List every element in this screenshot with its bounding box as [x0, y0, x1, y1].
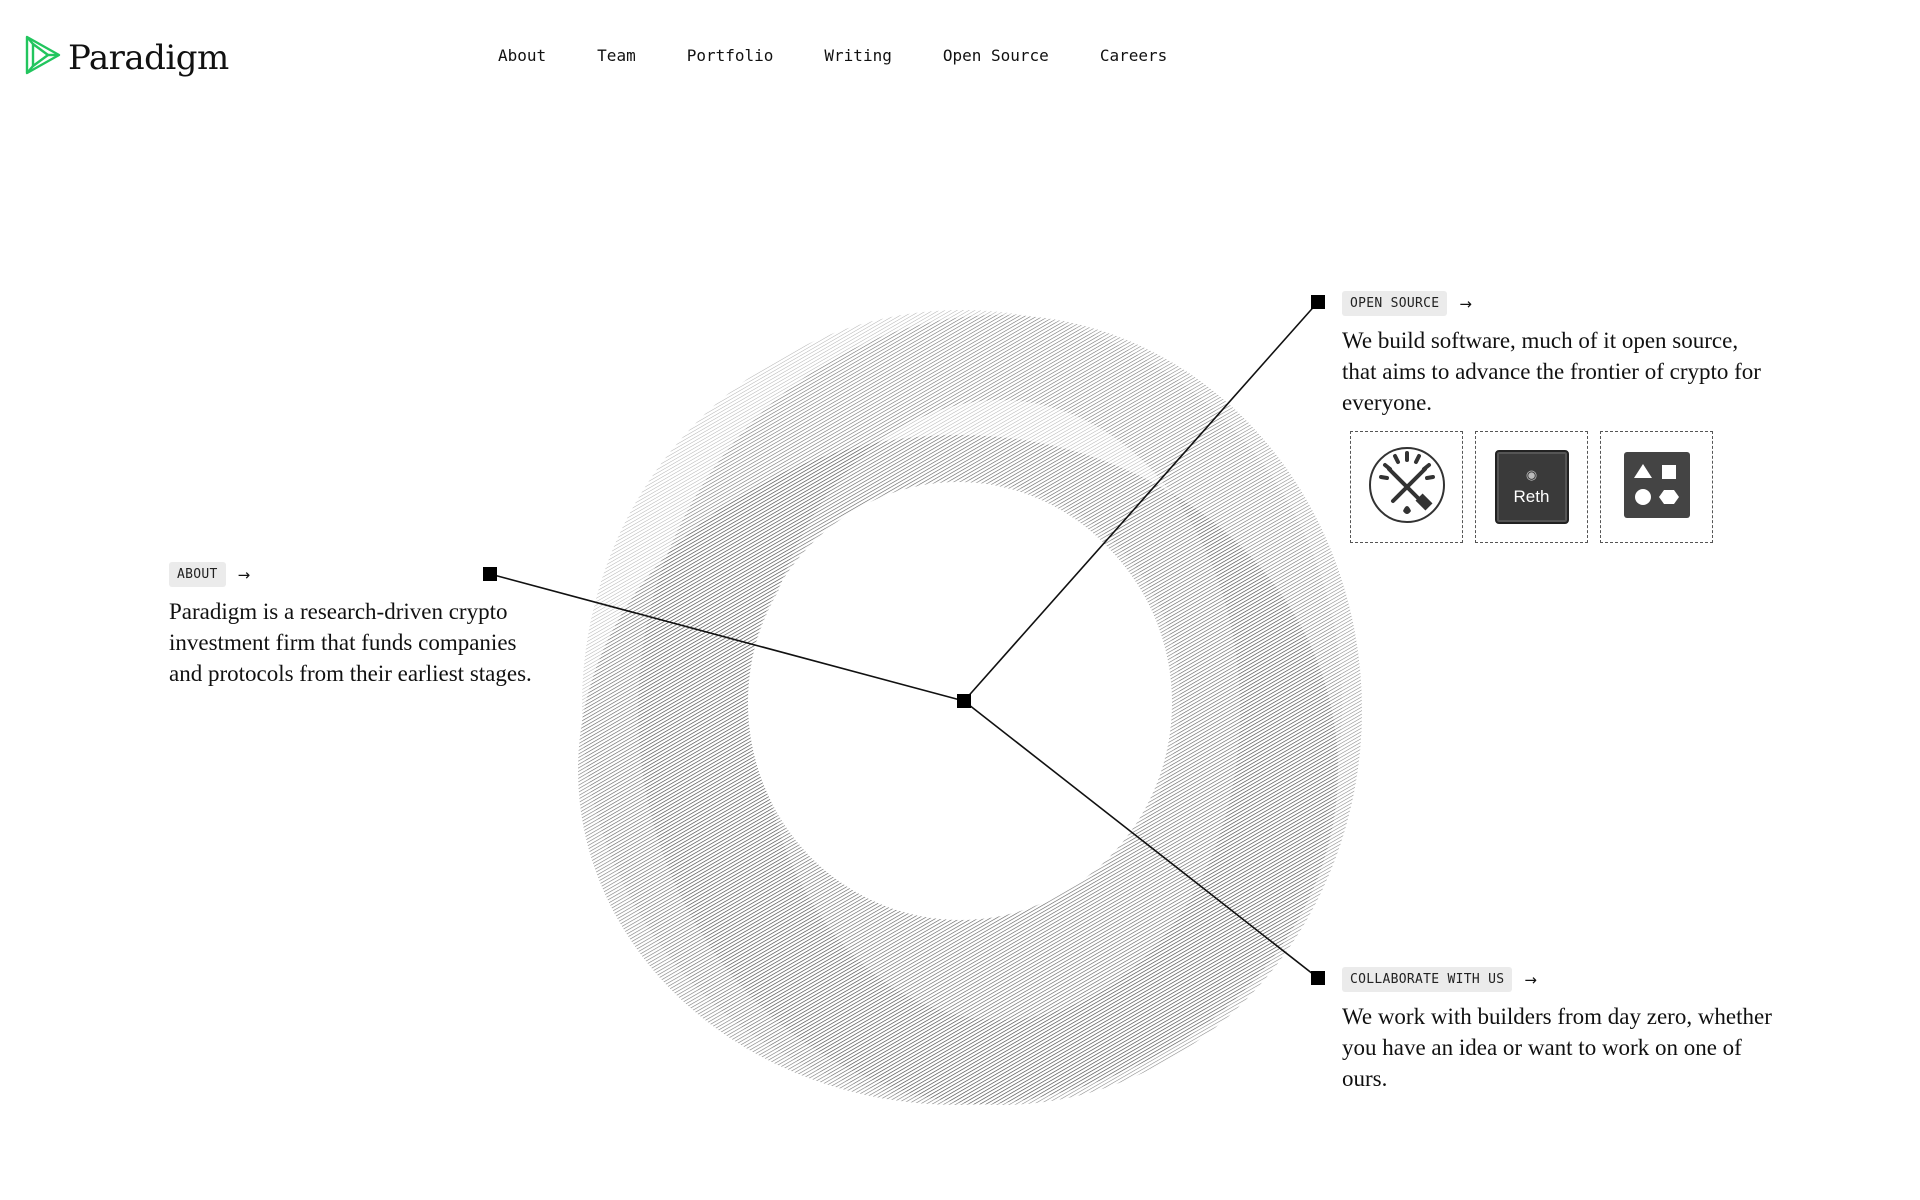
foundry-icon	[1367, 445, 1447, 530]
reth-icon: ◉ Reth	[1494, 450, 1569, 524]
open-source-node	[1311, 295, 1325, 309]
reth-label: Reth	[1513, 487, 1550, 506]
open-source-projects: ◉ Reth	[1350, 431, 1713, 543]
arrow-right-icon: →	[1524, 970, 1537, 989]
collaborate-description: We work with builders from day zero, whe…	[1342, 1004, 1772, 1091]
collaborate-link[interactable]: COLLABORATE WITH US →	[1342, 967, 1537, 992]
project-card-reth[interactable]: ◉ Reth	[1475, 431, 1588, 543]
about-node	[483, 567, 497, 581]
arrow-right-icon: →	[1459, 294, 1472, 313]
project-card-shapes[interactable]	[1600, 431, 1713, 543]
about-description: Paradigm is a research-driven crypto inv…	[169, 599, 532, 686]
about-link[interactable]: ABOUT →	[169, 562, 250, 587]
project-card-foundry[interactable]	[1350, 431, 1463, 543]
shapes-icon	[1623, 451, 1690, 523]
collaborate-tag: COLLABORATE WITH US	[1342, 967, 1513, 992]
open-source-description: We build software, much of it open sourc…	[1342, 328, 1761, 415]
open-source-tag: OPEN SOURCE	[1342, 291, 1448, 316]
arrow-right-icon: →	[237, 565, 251, 584]
collaborate-node	[1311, 971, 1325, 985]
center-node	[957, 694, 971, 708]
open-source-link[interactable]: OPEN SOURCE →	[1342, 291, 1472, 316]
about-tag: ABOUT	[169, 562, 226, 587]
